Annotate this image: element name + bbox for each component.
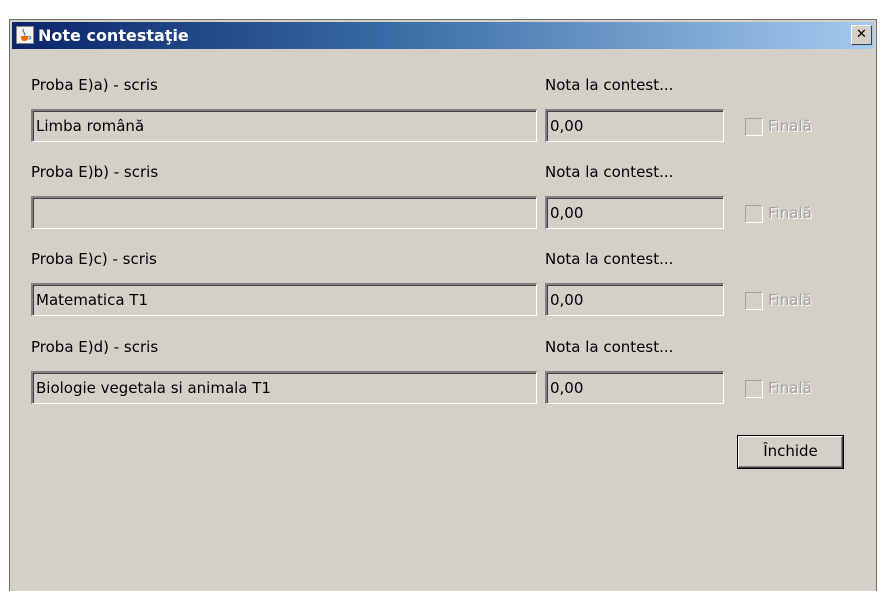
checkbox-box[interactable] xyxy=(745,205,763,223)
grade-label-b: Nota la contest... xyxy=(545,163,674,181)
dialog-window: Note contestaţie ✕ Proba E)a) - scris No… xyxy=(9,19,877,591)
final-checkbox-c[interactable]: Finală xyxy=(745,291,845,311)
final-label: Finală xyxy=(768,379,812,397)
grade-field-c[interactable]: 0,00 xyxy=(545,283,724,316)
grade-label-a: Nota la contest... xyxy=(545,76,674,94)
exam-label-c: Proba E)c) - scris xyxy=(31,250,157,268)
close-window-button[interactable]: ✕ xyxy=(851,25,872,45)
checkbox-box[interactable] xyxy=(745,292,763,310)
final-label: Finală xyxy=(768,291,812,309)
title-bar[interactable]: Note contestaţie ✕ xyxy=(12,22,874,49)
subject-field-b[interactable] xyxy=(31,196,537,229)
grade-field-b[interactable]: 0,00 xyxy=(545,196,724,229)
exam-label-a: Proba E)a) - scris xyxy=(31,76,158,94)
window-title: Note contestaţie xyxy=(38,26,189,45)
grade-field-a[interactable]: 0,00 xyxy=(545,109,724,142)
exam-label-b: Proba E)b) - scris xyxy=(31,163,159,181)
final-checkbox-a[interactable]: Finală xyxy=(745,117,845,137)
close-button[interactable]: Închide xyxy=(738,436,843,468)
final-checkbox-d[interactable]: Finală xyxy=(745,379,845,399)
grade-field-d[interactable]: 0,00 xyxy=(545,371,724,404)
exam-label-d: Proba E)d) - scris xyxy=(31,338,159,356)
java-cup-icon xyxy=(16,26,34,44)
grade-label-c: Nota la contest... xyxy=(545,250,674,268)
subject-field-c[interactable]: Matematica T1 xyxy=(31,283,537,316)
final-label: Finală xyxy=(768,204,812,222)
final-checkbox-b[interactable]: Finală xyxy=(745,204,845,224)
checkbox-box[interactable] xyxy=(745,380,763,398)
final-label: Finală xyxy=(768,117,812,135)
checkbox-box[interactable] xyxy=(745,118,763,136)
subject-field-a[interactable]: Limba română xyxy=(31,109,537,142)
grade-label-d: Nota la contest... xyxy=(545,338,674,356)
subject-field-d[interactable]: Biologie vegetala si animala T1 xyxy=(31,371,537,404)
